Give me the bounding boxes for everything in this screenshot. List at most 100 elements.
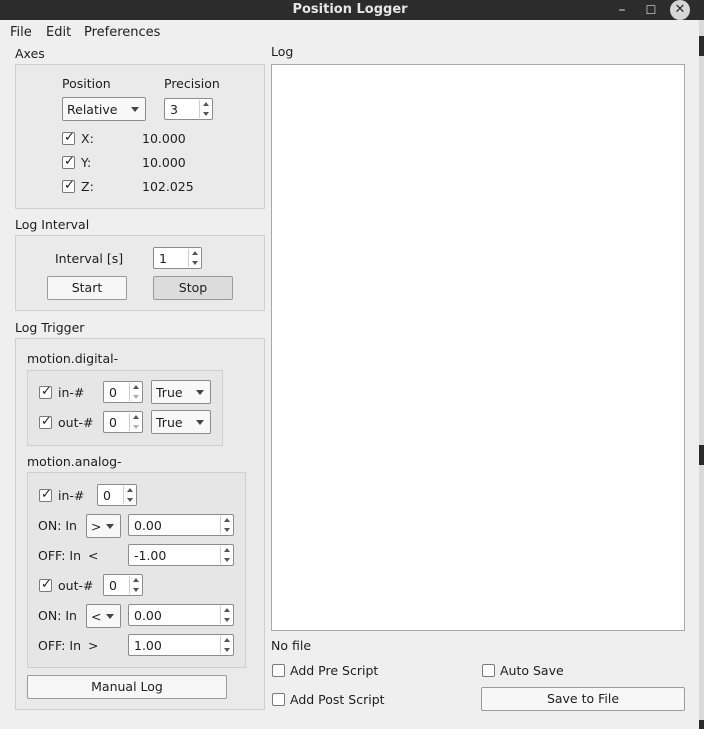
spin-down-icon[interactable] [127, 498, 133, 502]
spin-up-icon[interactable] [224, 608, 230, 612]
spin-up-icon[interactable] [224, 638, 230, 642]
manual-log-button[interactable]: Manual Log [27, 675, 227, 699]
analog-out-on-op-select[interactable]: < [86, 604, 121, 628]
analog-in-index[interactable]: 0 [97, 484, 137, 506]
axis-x-checkbox[interactable] [62, 130, 75, 145]
analog-in-checkbox[interactable] [39, 487, 52, 502]
axis-x-label: X: [81, 131, 94, 146]
digital-title: motion.digital- [27, 351, 119, 366]
spin-up-icon[interactable] [133, 415, 139, 419]
analog-out-off-value-spinbox[interactable]: 1.00 [128, 634, 234, 656]
auto-save-label: Auto Save [500, 663, 564, 678]
digital-in-label: in-# [58, 385, 85, 400]
analog-in-label: in-# [58, 488, 85, 503]
maximize-icon[interactable]: ☐ [640, 0, 662, 20]
analog-out-on-value-spinbox[interactable]: 0.00 [128, 604, 234, 626]
post-script-label: Add Post Script [290, 692, 385, 707]
spin-up-icon[interactable] [203, 102, 209, 106]
axis-y-checkbox[interactable] [62, 154, 75, 169]
pre-script-label: Add Pre Script [290, 663, 379, 678]
spin-down-icon[interactable] [133, 395, 139, 399]
analog-in-off-label: OFF: In [38, 548, 82, 563]
spin-up-icon[interactable] [127, 488, 133, 492]
analog-out-on-op-value: < [91, 609, 102, 624]
precision-spinbox[interactable]: 3 [164, 98, 213, 120]
menu-edit[interactable]: Edit [46, 25, 71, 40]
interval-value: 1 [159, 251, 167, 266]
axis-x-value: 10.000 [142, 131, 186, 146]
spin-down-icon[interactable] [224, 618, 230, 622]
chevron-down-icon [106, 524, 114, 529]
log-textarea[interactable] [271, 64, 685, 631]
minimize-icon[interactable]: – [611, 0, 633, 20]
spin-down-icon[interactable] [224, 558, 230, 562]
chevron-down-icon [106, 614, 114, 619]
analog-out-index-value: 0 [109, 578, 117, 593]
axis-y-label: Y: [81, 155, 92, 170]
window-edge [699, 20, 704, 729]
post-script-checkbox[interactable] [272, 693, 285, 706]
digital-in-state-select[interactable]: True [151, 380, 211, 404]
interval-label: Interval [s] [55, 251, 124, 266]
close-icon[interactable]: ✕ [670, 0, 690, 20]
spin-down-icon[interactable] [224, 648, 230, 652]
axis-z-value: 102.025 [142, 179, 194, 194]
position-select[interactable]: Relative [62, 97, 146, 121]
chevron-down-icon [131, 107, 139, 112]
digital-out-label: out-# [58, 415, 94, 430]
analog-out-off-value: 1.00 [134, 638, 162, 653]
analog-out-index[interactable]: 0 [103, 574, 143, 596]
axes-group-title: Axes [15, 46, 45, 61]
auto-save-checkbox[interactable] [482, 664, 495, 677]
pre-script-checkbox[interactable] [272, 664, 285, 677]
save-to-file-button[interactable]: Save to File [481, 687, 685, 711]
spin-up-icon[interactable] [133, 578, 139, 582]
spin-up-icon[interactable] [224, 518, 230, 522]
window-title: Position Logger [292, 2, 408, 17]
spin-down-icon[interactable] [133, 425, 139, 429]
digital-out-index[interactable]: 0 [103, 411, 143, 433]
log-group-title: Log [271, 44, 294, 59]
digital-out-checkbox[interactable] [39, 414, 52, 429]
analog-out-on-label: ON: In [38, 608, 77, 623]
analog-out-off-op: > [88, 638, 99, 653]
analog-in-off-value-spinbox[interactable]: -1.00 [128, 544, 234, 566]
axis-z-label: Z: [81, 179, 94, 194]
analog-in-on-op-value: > [91, 519, 102, 534]
digital-out-index-value: 0 [109, 415, 117, 430]
digital-in-checkbox[interactable] [39, 384, 52, 399]
spin-up-icon[interactable] [192, 251, 198, 255]
digital-in-index[interactable]: 0 [103, 381, 143, 403]
analog-in-off-op: < [88, 548, 99, 563]
edge-marker-bottom [699, 720, 704, 729]
axes-group [15, 64, 265, 209]
analog-in-on-label: ON: In [38, 518, 77, 533]
interval-spinbox[interactable]: 1 [153, 247, 202, 269]
stop-button[interactable]: Stop [153, 276, 233, 300]
spin-down-icon[interactable] [203, 112, 209, 116]
spin-up-icon[interactable] [224, 548, 230, 552]
menu-preferences[interactable]: Preferences [84, 25, 160, 40]
analog-out-label: out-# [58, 578, 94, 593]
precision-label: Precision [164, 76, 220, 91]
start-button[interactable]: Start [47, 276, 127, 300]
axis-y-value: 10.000 [142, 155, 186, 170]
spin-down-icon[interactable] [224, 528, 230, 532]
analog-out-off-label: OFF: In [38, 638, 82, 653]
analog-in-on-op-select[interactable]: > [86, 514, 121, 538]
analog-in-index-value: 0 [103, 488, 111, 503]
edge-marker-mid [699, 445, 704, 465]
menu-file[interactable]: File [10, 25, 32, 40]
analog-out-on-value: 0.00 [134, 608, 162, 623]
spin-down-icon[interactable] [192, 261, 198, 265]
digital-out-state-select[interactable]: True [151, 410, 211, 434]
digital-out-state-value: True [156, 415, 183, 430]
chevron-down-icon [196, 420, 204, 425]
position-select-value: Relative [67, 102, 118, 117]
analog-out-checkbox[interactable] [39, 577, 52, 592]
spin-down-icon[interactable] [133, 588, 139, 592]
axis-z-checkbox[interactable] [62, 178, 75, 193]
trigger-group-title: Log Trigger [15, 320, 85, 335]
analog-in-on-value-spinbox[interactable]: 0.00 [128, 514, 234, 536]
spin-up-icon[interactable] [133, 385, 139, 389]
